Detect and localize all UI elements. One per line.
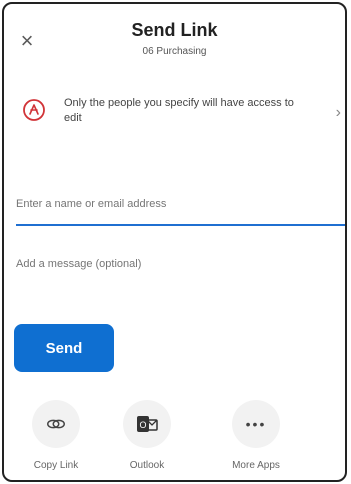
chevron-right-icon: ›: [335, 104, 341, 121]
link-icon: [32, 400, 80, 448]
outlook-icon: O: [123, 400, 171, 448]
recipient-input[interactable]: [16, 190, 345, 226]
svg-text:O: O: [139, 420, 146, 430]
permission-text: Only the people you specify will have ac…: [64, 97, 294, 124]
copy-link-button[interactable]: Copy Link: [16, 400, 96, 471]
page-title: Send Link: [131, 20, 218, 40]
copy-link-label: Copy Link: [33, 460, 79, 471]
send-button[interactable]: Send: [14, 324, 114, 372]
no-edit-icon: [22, 98, 46, 122]
permission-settings[interactable]: Only the people you specify will have ac…: [4, 92, 345, 148]
outlook-label: Outlook: [129, 460, 165, 471]
header: × Send Link 06 Purchasing: [4, 4, 345, 74]
more-icon: •••: [232, 400, 280, 448]
more-apps-button[interactable]: ••• More Apps: [216, 400, 296, 471]
outlook-button[interactable]: O Outlook: [107, 400, 187, 471]
send-link-sheet: × Send Link 06 Purchasing Only the peopl…: [2, 2, 347, 482]
more-apps-label: More Apps: [232, 460, 280, 471]
page-subtitle: 06 Purchasing: [142, 46, 207, 57]
message-input[interactable]: [16, 252, 345, 276]
share-apps: Copy Link O Outlook ••• More Apps: [4, 400, 345, 480]
